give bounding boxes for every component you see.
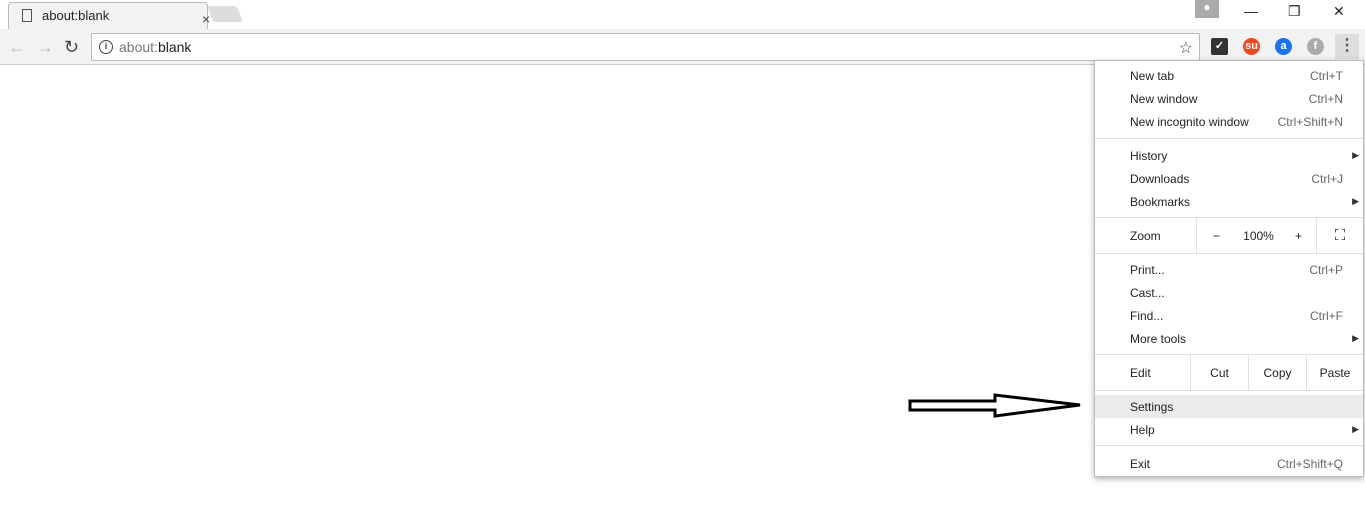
menu-cast[interactable]: Cast... [1095,281,1363,304]
menu-history[interactable]: History ▶ [1095,144,1363,167]
forward-button[interactable]: → [36,37,54,58]
menu-downloads[interactable]: Downloads Ctrl+J [1095,167,1363,190]
fullscreen-icon[interactable]: ⛶ [1316,218,1363,253]
chrome-menu: New tab Ctrl+T New window Ctrl+N New incog… [1094,60,1364,477]
menu-new-window[interactable]: New window Ctrl+N [1095,87,1363,110]
grey-extension-icon[interactable]: f [1307,38,1324,55]
bookmark-star-icon[interactable]: ☆ [1179,38,1193,58]
menu-bookmarks[interactable]: Bookmarks ▶ [1095,190,1363,213]
profile-icon[interactable]: ● [1195,0,1219,18]
url-text[interactable]: about:blank [119,39,191,55]
menu-help[interactable]: Help ▶ [1095,418,1363,441]
cut-button[interactable]: Cut [1190,355,1248,390]
minimize-button[interactable]: — [1244,3,1258,19]
paste-button[interactable]: Paste [1306,355,1363,390]
tab-strip: about:blank × ● — ❐ ✕ [0,0,1365,29]
close-window-button[interactable]: ✕ [1333,3,1345,20]
menu-new-tab[interactable]: New tab Ctrl+T [1095,64,1363,87]
restore-button[interactable]: ❐ [1288,3,1301,20]
zoom-value: 100% [1243,228,1274,243]
new-tab-button[interactable] [207,6,243,22]
arrow-annotation [908,393,1081,418]
url-scheme: about: [119,39,158,55]
stumbleupon-extension-icon[interactable]: su [1243,38,1260,55]
url-path: blank [157,39,192,55]
menu-settings[interactable]: Settings [1095,395,1363,418]
menu-find[interactable]: Find... Ctrl+F [1095,304,1363,327]
info-icon[interactable]: i [99,40,113,54]
tab-content[interactable]: about:blank × [22,6,210,27]
back-button[interactable]: ← [8,37,26,58]
menu-exit[interactable]: Exit Ctrl+Shift+Q [1095,452,1363,475]
menu-more-tools[interactable]: More tools ▶ [1095,327,1363,350]
checkmark-extension-icon[interactable]: ✓ [1211,38,1228,55]
chrome-menu-button[interactable]: ⋮ [1335,34,1359,59]
menu-print[interactable]: Print... Ctrl+P [1095,258,1363,281]
amazon-assistant-icon[interactable]: a [1275,38,1292,55]
copy-button[interactable]: Copy [1248,355,1306,390]
zoom-out-button[interactable]: − [1196,218,1236,253]
address-bar[interactable]: i about:blank ☆ [91,33,1200,61]
tab-title: about:blank [42,7,110,23]
page-icon [22,8,32,22]
menu-new-incognito[interactable]: New incognito window Ctrl+Shift+N [1095,110,1363,133]
reload-button[interactable]: ↻ [64,37,79,58]
zoom-in-button[interactable]: + [1281,218,1316,253]
